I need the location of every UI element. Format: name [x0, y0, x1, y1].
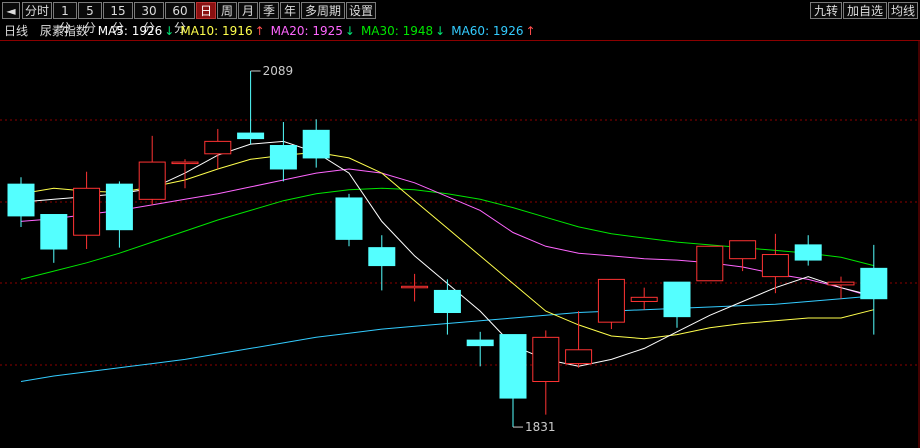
candle	[368, 235, 396, 291]
candle	[794, 235, 822, 266]
candle	[204, 128, 232, 169]
candle	[335, 193, 363, 247]
candle-body	[466, 339, 494, 347]
candle-body	[630, 296, 658, 302]
candlestick-chart: 2089 1831	[0, 40, 920, 448]
candle	[696, 245, 724, 282]
candle-body	[302, 129, 330, 159]
period-button-12[interactable]: 设置	[346, 2, 376, 19]
candle-body	[73, 187, 101, 236]
candle-body	[532, 336, 560, 383]
nav-arrow-icon[interactable]: ◄	[2, 2, 20, 19]
candle-body	[565, 349, 593, 365]
candle-body	[696, 245, 724, 282]
candle-body	[335, 197, 363, 240]
candle	[630, 287, 658, 310]
candle	[597, 278, 625, 330]
legend-item-4: MA60: 1926 ↑	[451, 24, 535, 38]
candle-body	[171, 161, 199, 165]
extreme-label: 2089	[263, 64, 294, 78]
period-button-5[interactable]: 60分	[165, 2, 195, 35]
candle	[237, 70, 265, 145]
candle-body	[729, 240, 757, 260]
candle	[171, 159, 199, 189]
candle	[401, 273, 429, 302]
candle-body	[794, 244, 822, 261]
instrument-name: 尿素指数	[39, 24, 88, 38]
legend-item-2: MA20: 1925 ↓	[271, 24, 355, 38]
legend-arrow-icon: ↓	[344, 24, 355, 38]
legend-value: MA10: 1916	[180, 24, 253, 38]
legend-arrow-icon: ↑	[254, 24, 265, 38]
candle-body	[204, 140, 232, 155]
candle	[302, 119, 330, 168]
legend-item-3: MA30: 1948 ↓	[361, 24, 445, 38]
period-toolbar: ◄ 分时 1分 5分 15分 30分 60分日周月季年多周期 设置 均线 加自选 九转	[0, 0, 920, 35]
legend-value: MA5: 1926	[97, 24, 163, 38]
candle	[729, 240, 757, 272]
candle	[433, 279, 461, 335]
legend-arrow-icon: ↓	[164, 24, 175, 38]
ma-legend: 日线 尿素指数 MA5: 1926 ↓ MA10: 1916 ↑ MA20: 1925 ↓…	[4, 22, 540, 40]
candle	[663, 281, 691, 328]
candle	[105, 181, 133, 248]
period-button-8[interactable]: 月	[238, 2, 258, 19]
candle-body	[401, 285, 429, 289]
period-button-3[interactable]: 15分	[103, 2, 133, 35]
period-button-6[interactable]: 日	[196, 2, 216, 19]
tool-button-0[interactable]: 九转	[810, 2, 842, 19]
tool-button-1[interactable]: 加自选	[843, 2, 887, 19]
candle-body	[597, 278, 625, 323]
tool-button-2[interactable]: 均线	[888, 2, 918, 19]
candle	[827, 276, 855, 299]
period-button-10[interactable]: 年	[280, 2, 300, 19]
candle	[466, 331, 494, 367]
candle-body	[860, 267, 888, 300]
candle-body	[827, 281, 855, 286]
candle-body	[663, 281, 691, 318]
legend-value: MA20: 1925	[270, 24, 343, 38]
period-button-11[interactable]: 多周期	[301, 2, 345, 19]
period-button-2[interactable]: 5分	[78, 2, 102, 35]
candle-body	[40, 214, 68, 250]
legend-item-1: MA10: 1916 ↑	[180, 24, 264, 38]
candle	[532, 330, 560, 415]
candle	[860, 244, 888, 335]
candle-body	[761, 254, 789, 278]
candle-body	[269, 145, 297, 170]
legend-arrow-icon: ↑	[525, 24, 536, 38]
candle-body	[237, 132, 265, 140]
candle	[40, 214, 68, 263]
candle	[7, 177, 35, 227]
candle	[138, 135, 166, 205]
legend-arrow-icon: ↓	[435, 24, 446, 38]
candle	[73, 171, 101, 250]
candle-body	[138, 161, 166, 200]
period-button-0[interactable]: 分时	[22, 2, 52, 19]
candle-body	[368, 247, 396, 267]
candle	[499, 334, 527, 428]
candle	[269, 122, 297, 182]
candle	[565, 311, 593, 368]
period-button-4[interactable]: 30分	[134, 2, 164, 35]
legend-value: MA60: 1926	[451, 24, 524, 38]
candle-body	[105, 183, 133, 231]
legend-item-0: MA5: 1926 ↓	[98, 24, 175, 38]
candle-body	[433, 289, 461, 314]
candle-body	[499, 334, 527, 399]
extreme-label: 1831	[525, 420, 556, 434]
period-button-9[interactable]: 季	[259, 2, 279, 19]
period-button-1[interactable]: 1分	[53, 2, 77, 35]
period-label: 日线	[4, 24, 29, 38]
period-button-7[interactable]: 周	[217, 2, 237, 19]
candle-body	[7, 183, 35, 217]
legend-value: MA30: 1948	[360, 24, 434, 38]
